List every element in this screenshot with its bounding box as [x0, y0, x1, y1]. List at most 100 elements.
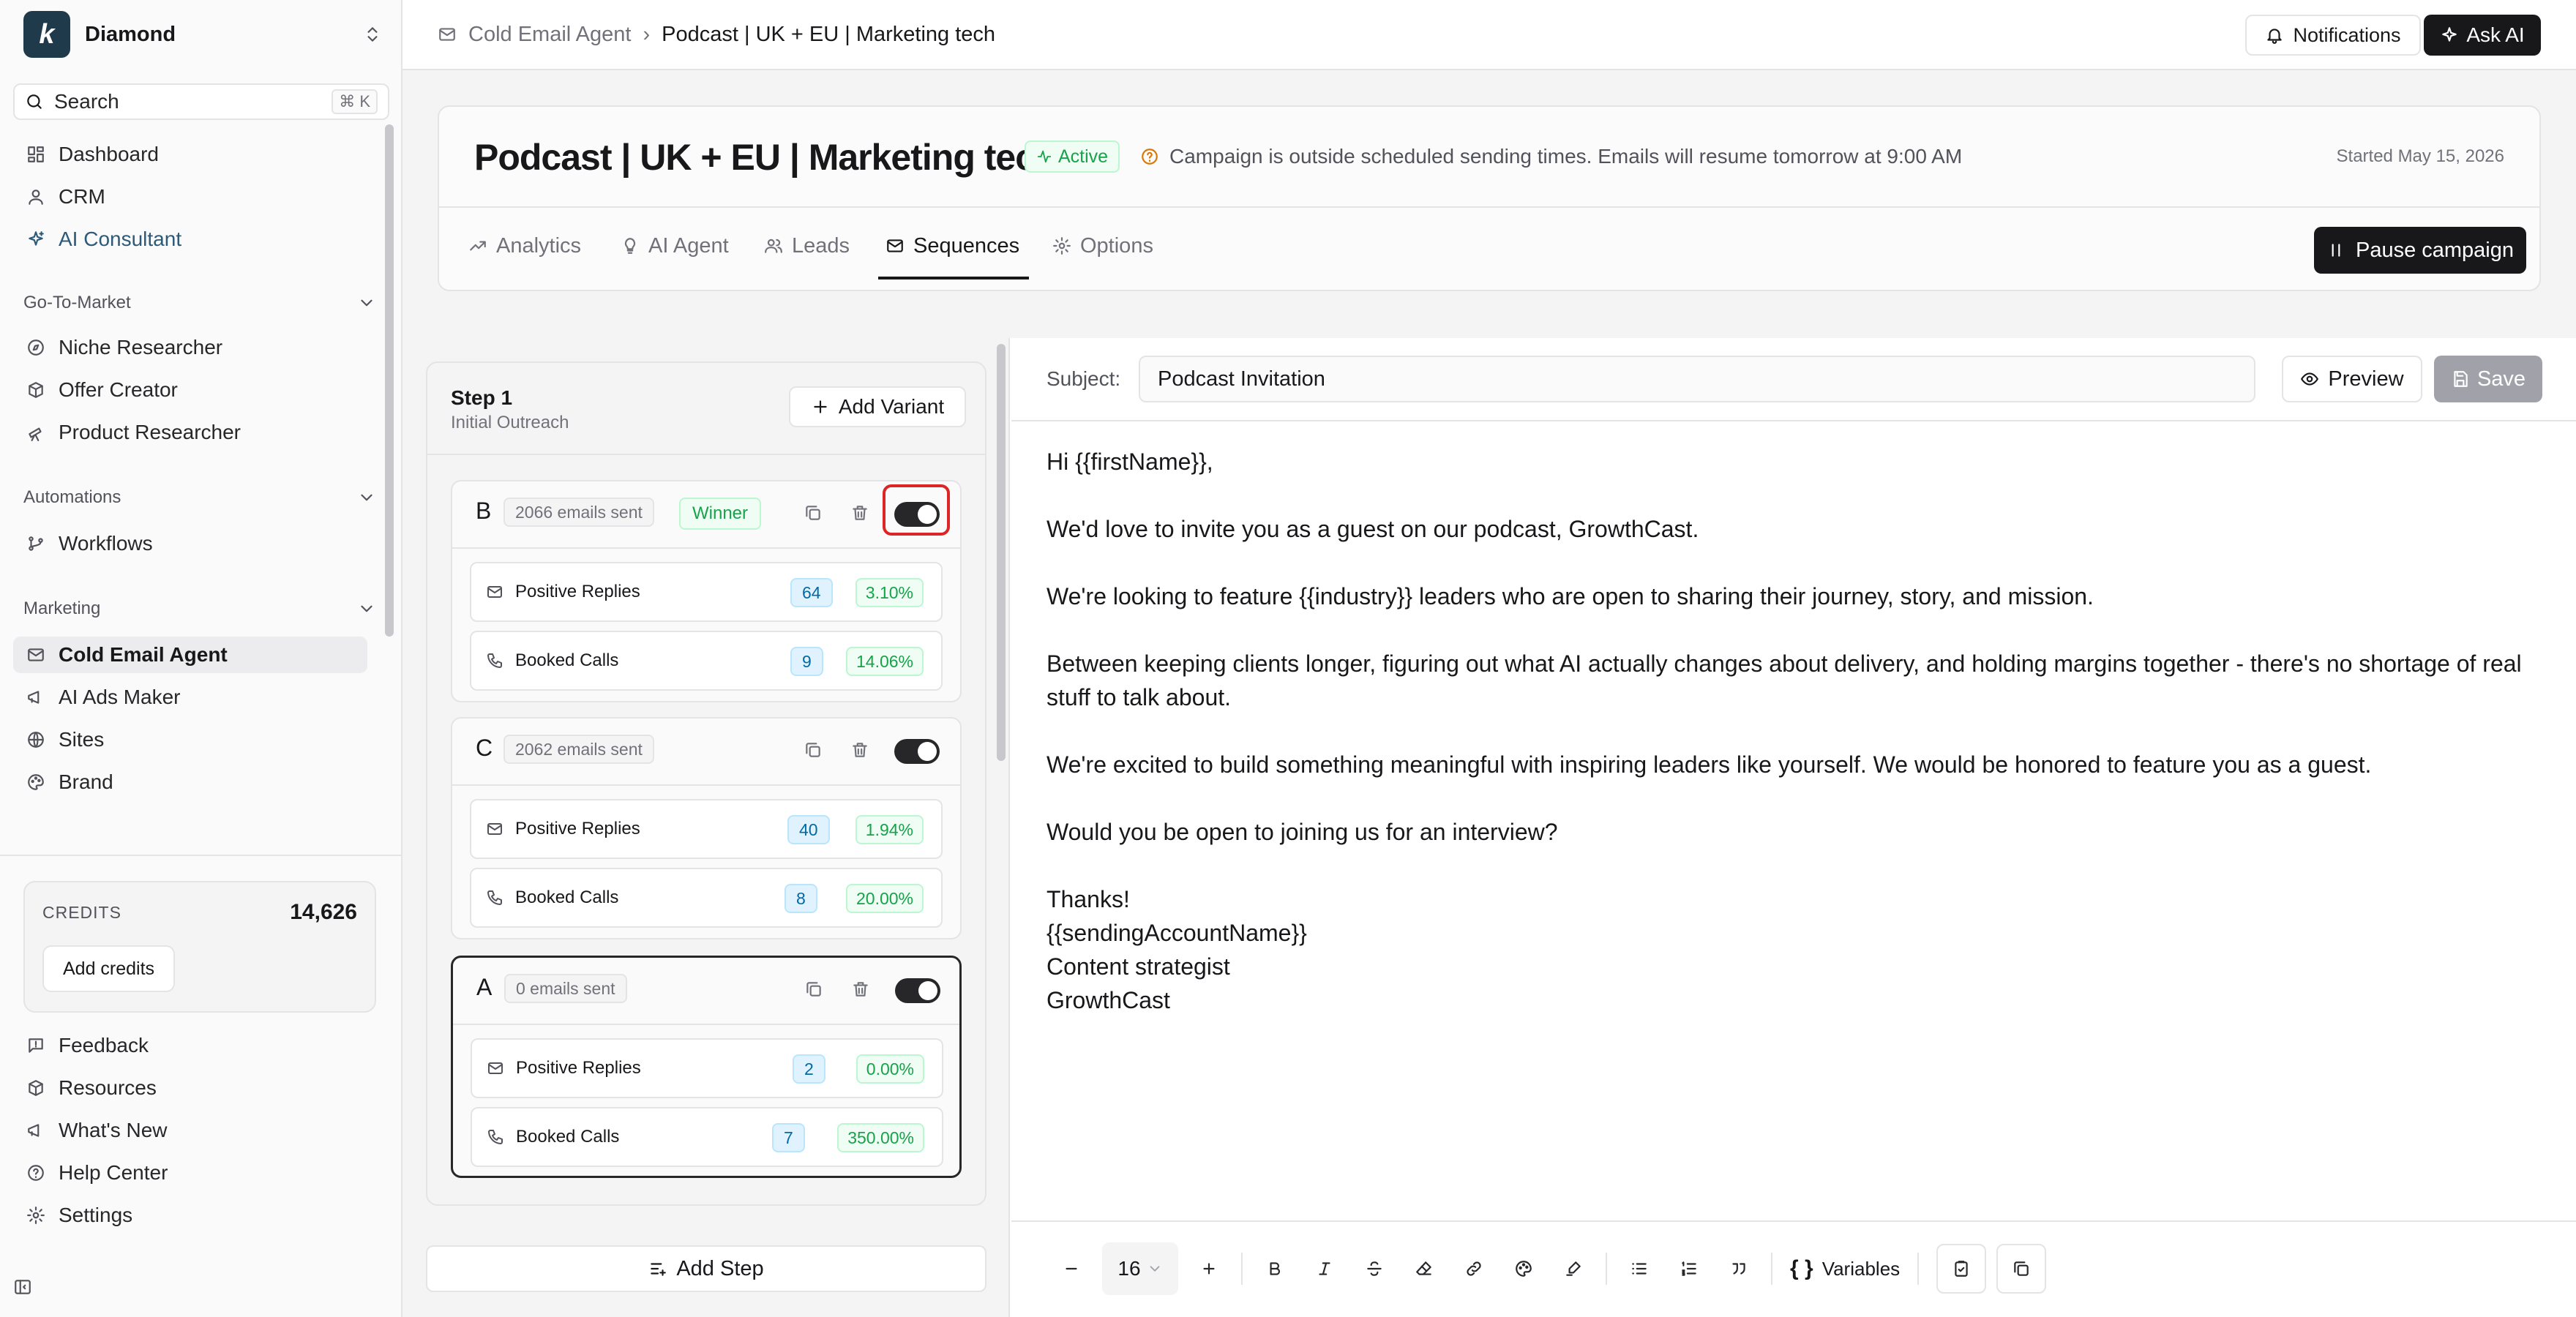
mail-icon [438, 25, 457, 44]
strikethrough-button[interactable] [1349, 1244, 1399, 1294]
breadcrumb-parent[interactable]: Cold Email Agent [468, 23, 631, 47]
metric-count: 2 [793, 1054, 825, 1084]
variant-card-a[interactable]: A 0 emails sent Positive Replies 2 0.00%… [451, 956, 962, 1178]
phone-icon [486, 889, 503, 907]
sidebar-item-crm[interactable]: CRM [13, 179, 367, 215]
quote-button[interactable] [1714, 1244, 1764, 1294]
copy-icon[interactable] [804, 503, 823, 522]
divider [1011, 420, 2576, 421]
sidebar-item-help-center[interactable]: Help Center [13, 1155, 367, 1191]
sidebar-item-brand[interactable]: Brand [13, 764, 367, 800]
sidebar-item-niche-researcher[interactable]: Niche Researcher [13, 329, 367, 366]
sidebar-scrollbar[interactable] [385, 124, 394, 637]
trash-icon[interactable] [850, 740, 869, 759]
variant-enabled-toggle[interactable] [894, 502, 940, 527]
bold-button[interactable] [1250, 1244, 1300, 1294]
trash-icon[interactable] [851, 980, 870, 999]
subject-label: Subject: [1046, 367, 1121, 390]
sidebar-item-cold-email-agent[interactable]: Cold Email Agent [13, 637, 367, 673]
winner-badge: Winner [679, 498, 762, 530]
positive-replies-row: Positive Replies 2 0.00% [471, 1038, 943, 1098]
tab-options[interactable]: Options [1052, 231, 1153, 260]
pause-label: Pause campaign [2355, 238, 2515, 262]
subject-input[interactable]: Podcast Invitation [1139, 356, 2255, 402]
braces-icon: { } [1790, 1256, 1813, 1280]
copy-icon[interactable] [804, 740, 823, 759]
sidebar-item-offer-creator[interactable]: Offer Creator [13, 372, 367, 408]
save-label: Save [2476, 367, 2526, 391]
italic-button[interactable] [1300, 1244, 1349, 1294]
tab-analytics[interactable]: Analytics [468, 231, 581, 260]
section-automations[interactable]: Automations [23, 487, 376, 508]
sidebar-item-sites[interactable]: Sites [13, 721, 367, 758]
booked-calls-row: Booked Calls 7 350.00% [471, 1107, 943, 1167]
positive-replies-row: Positive Replies 40 1.94% [470, 799, 943, 859]
phone-icon [486, 652, 503, 669]
add-variant-button[interactable]: Add Variant [789, 386, 966, 427]
sidebar-item-settings[interactable]: Settings [13, 1197, 367, 1234]
highlight-button[interactable] [1549, 1244, 1598, 1294]
add-step-button[interactable]: Add Step [426, 1245, 986, 1292]
variant-card-b[interactable]: B 2066 emails sent Winner Positive Repli… [451, 480, 962, 702]
metric-percent: 14.06% [845, 647, 924, 676]
pause-icon [2326, 241, 2345, 260]
sidebar-item-product-researcher[interactable]: Product Researcher [13, 414, 367, 451]
sidebar-item-ai-consultant[interactable]: AI Consultant [13, 221, 367, 258]
link-button[interactable] [1449, 1244, 1499, 1294]
divider [1011, 1220, 2576, 1222]
text-color-button[interactable] [1499, 1244, 1549, 1294]
sidebar-item-dashboard[interactable]: Dashboard [13, 136, 367, 173]
mail-icon [486, 820, 503, 838]
divider [1771, 1253, 1772, 1285]
variant-card-c[interactable]: C 2062 emails sent Positive Replies 40 1… [451, 717, 962, 939]
tab-ai-agent[interactable]: AI Agent [621, 231, 729, 260]
copy-icon[interactable] [804, 980, 823, 999]
variables-button[interactable]: { } Variables [1780, 1244, 1910, 1294]
sidebar-item-resources[interactable]: Resources [13, 1070, 367, 1106]
ask-ai-label: Ask AI [2466, 23, 2525, 46]
metric-label: Positive Replies [516, 1058, 641, 1078]
pause-campaign-button[interactable]: Pause campaign [2314, 227, 2526, 274]
search-input[interactable]: Search ⌘ K [13, 83, 389, 120]
notifications-button[interactable]: Notifications [2245, 15, 2421, 56]
steps-scrollbar[interactable] [997, 344, 1006, 761]
chevron-down-icon [357, 293, 376, 312]
font-size-select[interactable]: 16 [1102, 1242, 1178, 1295]
gear-icon [26, 1206, 45, 1225]
save-icon [2451, 369, 2470, 389]
tab-leads[interactable]: Leads [764, 231, 850, 260]
warning-text: Campaign is outside scheduled sending ti… [1169, 145, 1963, 168]
decrease-font-button[interactable] [1046, 1244, 1096, 1294]
sidebar-collapse-icon[interactable] [13, 1277, 32, 1297]
trash-icon[interactable] [850, 503, 869, 522]
campaign-header-card: Podcast | UK + EU | Marketing tech Activ… [438, 105, 2541, 291]
sidebar-item-label: Brand [59, 770, 113, 793]
paste-button[interactable] [1936, 1244, 1987, 1294]
save-button[interactable]: Save [2434, 356, 2542, 402]
email-body[interactable]: Hi {{firstName}}, We'd love to invite yo… [1046, 445, 2525, 1017]
add-credits-button[interactable]: Add credits [42, 945, 176, 992]
bullet-list-button[interactable] [1614, 1244, 1664, 1294]
globe-icon [26, 730, 45, 749]
tab-sequences[interactable]: Sequences [886, 231, 1019, 260]
variant-enabled-toggle[interactable] [894, 739, 940, 764]
ask-ai-button[interactable]: Ask AI [2424, 15, 2541, 56]
sidebar-item-label: Niche Researcher [59, 336, 223, 359]
body-paragraph: We'd love to invite you as a guest on ou… [1046, 516, 1699, 542]
workspace-switcher[interactable]: k Diamond [23, 10, 389, 59]
workspace-name: Diamond [85, 22, 176, 46]
variant-enabled-toggle[interactable] [895, 978, 940, 1003]
toggle-knob [918, 981, 937, 1000]
sidebar-item-feedback[interactable]: Feedback [13, 1027, 367, 1064]
preview-button[interactable]: Preview [2282, 356, 2422, 402]
sidebar-item-workflows[interactable]: Workflows [13, 525, 367, 562]
numbered-list-button[interactable] [1664, 1244, 1714, 1294]
duplicate-button[interactable] [1996, 1244, 2047, 1294]
section-marketing[interactable]: Marketing [23, 599, 376, 619]
active-tab-indicator [878, 277, 1029, 279]
clear-format-button[interactable] [1399, 1244, 1449, 1294]
sidebar-item-ai-ads-maker[interactable]: AI Ads Maker [13, 679, 367, 716]
section-go-to-market[interactable]: Go-To-Market [23, 293, 376, 313]
increase-font-button[interactable] [1184, 1244, 1234, 1294]
sidebar-item-whats-new[interactable]: What's New [13, 1112, 367, 1149]
